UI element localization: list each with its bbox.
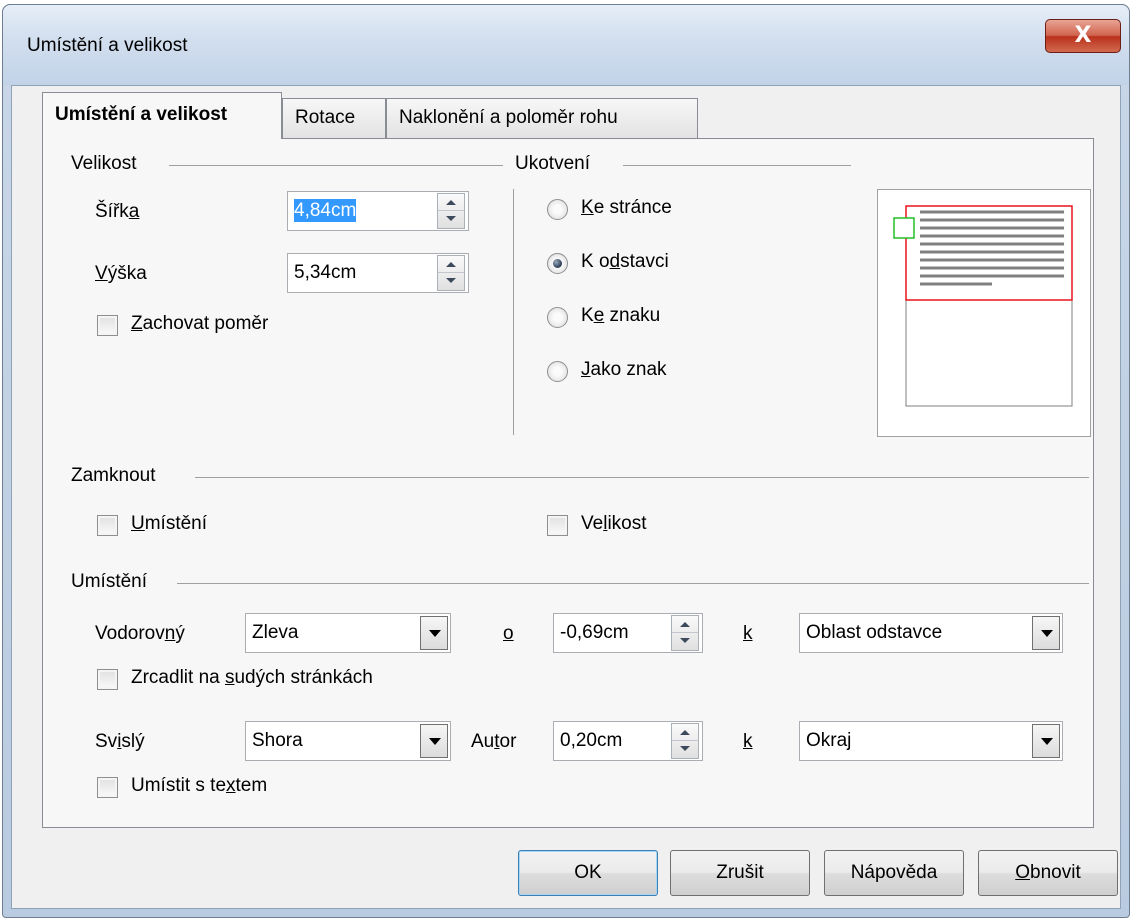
tab-label: Umístění a velikost	[55, 104, 228, 125]
anchor-to-page-radio[interactable]	[547, 199, 568, 220]
vertical-to-select-value: Okraj	[806, 730, 852, 751]
vertical-divider	[513, 189, 514, 435]
follow-text-checkbox[interactable]	[97, 777, 118, 798]
arrow-up-icon	[446, 262, 456, 267]
vertical-select[interactable]: Shora	[245, 721, 451, 761]
spin-up-button[interactable]	[438, 256, 464, 273]
size-group-divider	[169, 165, 503, 166]
cancel-button[interactable]: Zrušit	[670, 850, 810, 896]
ok-button[interactable]: OK	[518, 850, 658, 896]
dropdown-arrow-icon	[1041, 630, 1053, 637]
tab-panel: Velikost Šířka 4,84cm Výška 5,34cm Zacho…	[42, 138, 1094, 828]
dropdown-arrow-icon	[429, 738, 441, 745]
spin-down-button[interactable]	[672, 633, 698, 650]
tab-slant-and-corner-radius[interactable]: Naklonění a poloměr rohu	[386, 98, 698, 138]
anchor-preview	[877, 189, 1091, 437]
close-icon: X	[1074, 23, 1092, 48]
help-button[interactable]: Nápověda	[824, 850, 964, 896]
size-group-label: Velikost	[71, 153, 137, 174]
dropdown-arrow-icon	[1041, 738, 1053, 745]
horizontal-select-value: Zleva	[252, 622, 299, 643]
spin-down-button[interactable]	[672, 741, 698, 758]
height-value: 5,34cm	[294, 262, 357, 283]
spin-down-button[interactable]	[438, 273, 464, 290]
horizontal-label: Vodorovný	[95, 623, 185, 644]
lock-group-label: Zamknout	[71, 465, 156, 486]
horizontal-offset-value: -0,69cm	[560, 622, 629, 643]
horizontal-by-label: o	[503, 623, 514, 644]
keep-ratio-checkbox[interactable]	[97, 315, 118, 336]
help-button-label: Nápověda	[850, 862, 938, 883]
spin-up-button[interactable]	[672, 616, 698, 633]
arrow-down-icon	[680, 746, 690, 751]
anchor-to-paragraph-label: K odstavci	[581, 251, 669, 272]
position-group-label: Umístění	[71, 571, 148, 592]
window-title: Umístění a velikost	[27, 35, 188, 56]
arrow-up-icon	[446, 200, 456, 205]
anchor-to-paragraph-radio[interactable]	[547, 253, 568, 274]
width-value: 4,84cm	[294, 199, 357, 222]
anchor-group-label: Ukotvení	[515, 153, 590, 174]
dropdown-arrow-icon	[429, 630, 441, 637]
tab-position-and-size[interactable]: Umístění a velikost	[42, 92, 282, 139]
vertical-select-value: Shora	[252, 730, 303, 751]
horizontal-select[interactable]: Zleva	[245, 613, 451, 653]
follow-text-label: Umístit s textem	[131, 775, 268, 796]
arrow-up-icon	[680, 622, 690, 627]
anchor-as-char-radio[interactable]	[547, 361, 568, 382]
vertical-by-label: Autor	[471, 731, 517, 752]
vertical-offset-spinner[interactable]	[671, 723, 699, 759]
dialog-client-area: Umístění a velikost Rotace Naklonění a p…	[11, 85, 1121, 909]
lock-position-label: Umístění	[131, 513, 208, 534]
close-button[interactable]: X	[1045, 19, 1121, 53]
horizontal-to-select-value: Oblast odstavce	[806, 622, 943, 643]
lock-position-checkbox[interactable]	[97, 515, 118, 536]
arrow-down-icon	[446, 216, 456, 221]
vertical-to-select[interactable]: Okraj	[799, 721, 1063, 761]
cancel-button-label: Zrušit	[716, 862, 764, 883]
mirror-checkbox[interactable]	[97, 669, 118, 690]
vertical-label: Svislý	[95, 731, 145, 752]
lock-size-checkbox[interactable]	[547, 515, 568, 536]
horizontal-offset-spinner[interactable]	[671, 615, 699, 651]
arrow-up-icon	[680, 730, 690, 735]
lock-size-label: Velikost	[581, 513, 647, 534]
mirror-label: Zrcadlit na sudých stránkách	[131, 667, 373, 688]
tab-rotation[interactable]: Rotace	[282, 98, 386, 138]
lock-group-divider	[195, 477, 1089, 478]
reset-button[interactable]: Obnovit	[978, 850, 1118, 896]
vertical-to-label: k	[743, 731, 753, 752]
spin-up-button[interactable]	[438, 194, 464, 211]
radio-selected-dot	[553, 259, 562, 268]
width-label: Šířka	[95, 201, 140, 222]
spin-down-button[interactable]	[438, 211, 464, 228]
vertical-offset-value: 0,20cm	[560, 730, 623, 751]
arrow-down-icon	[446, 278, 456, 283]
dialog-window: Umístění a velikost X Umístění a velikos…	[2, 4, 1130, 918]
anchor-to-char-label: Ke znaku	[581, 305, 661, 326]
anchor-group-divider	[623, 165, 851, 166]
ok-button-label: OK	[574, 862, 602, 883]
reset-button-label: Obnovit	[1015, 862, 1081, 883]
horizontal-to-dropdown-button[interactable]	[1032, 616, 1060, 650]
arrow-down-icon	[680, 638, 690, 643]
anchor-to-page-label: Ke stránce	[581, 197, 672, 218]
horizontal-to-label: k	[743, 623, 753, 644]
anchor-as-char-label: Jako znak	[581, 359, 667, 380]
vertical-dropdown-button[interactable]	[420, 724, 448, 758]
anchor-preview-graphic	[893, 205, 1073, 407]
title-bar[interactable]: Umístění a velikost X	[3, 5, 1129, 85]
height-spinner[interactable]	[437, 255, 465, 291]
tab-label: Rotace	[295, 107, 356, 128]
height-label: Výška	[95, 263, 147, 284]
width-spinner[interactable]	[437, 193, 465, 229]
vertical-to-dropdown-button[interactable]	[1032, 724, 1060, 758]
tab-label: Naklonění a poloměr rohu	[399, 107, 618, 128]
horizontal-dropdown-button[interactable]	[420, 616, 448, 650]
keep-ratio-label: Zachovat poměr	[131, 313, 269, 334]
anchor-to-char-radio[interactable]	[547, 307, 568, 328]
spin-up-button[interactable]	[672, 724, 698, 741]
horizontal-to-select[interactable]: Oblast odstavce	[799, 613, 1063, 653]
position-group-divider	[177, 583, 1089, 584]
